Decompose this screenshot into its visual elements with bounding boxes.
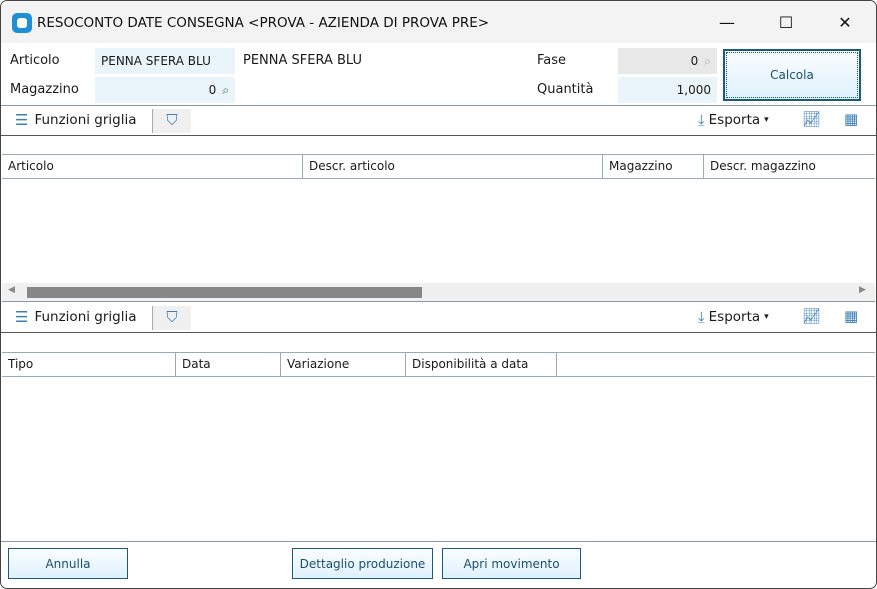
window: RESOCONTO DATE CONSEGNA <PROVA - AZIENDA… [0,0,877,589]
column-header[interactable]: Articolo [2,155,303,178]
fase-field: 0 ⌕ [618,48,717,74]
scrollbar-thumb[interactable] [27,287,422,298]
scroll-right-icon[interactable]: ▶ [859,285,866,295]
grid-functions-label: Funzioni griglia [34,309,137,325]
chevron-down-icon: ▾ [764,312,769,322]
grid-functions-label: Funzioni griglia [34,112,137,128]
divider [1,332,876,333]
horizontal-scrollbar[interactable]: ◀ ▶ [2,283,875,302]
filter-button[interactable]: ⛉ [152,109,191,133]
articolo-field[interactable]: PENNA SFERA BLU [95,48,235,74]
download-icon: ⤓ [698,111,705,129]
grid-layout-icon[interactable]: ▦ [844,110,858,128]
magazzino-value: 0 [208,83,217,97]
column-header[interactable]: Tipo [2,353,176,376]
divider [1,541,876,542]
annulla-button[interactable]: Annulla [8,548,128,579]
filter-icon: ⛉ [166,111,178,129]
app-icon [12,13,32,33]
divider [1,135,876,136]
chart-icon[interactable]: 📈︎ [802,110,821,128]
close-button[interactable]: ✕ [816,1,874,43]
minimize-button[interactable]: — [698,1,756,43]
apri-movimento-button[interactable]: Apri movimento [442,548,581,579]
articolo-description: PENNA SFERA BLU [243,53,363,68]
fase-value: 0 [690,54,699,68]
filter-icon: ⛉ [166,308,178,326]
column-header[interactable]: Descr. articolo [303,155,603,178]
column-header[interactable]: Descr. magazzino [704,155,875,178]
dettaglio-produzione-button[interactable]: Dettaglio produzione [292,548,433,579]
grid1-toolbar: ☰ Funzioni griglia ⛉ ⤓ Esporta ▾ 📈︎ ▦ [2,106,875,135]
export-button[interactable]: ⤓ Esporta ▾ [698,111,769,129]
maximize-button[interactable]: ☐ [757,1,815,43]
calcola-button[interactable]: Calcola [723,49,861,101]
magazzino-label: Magazzino [10,82,79,97]
search-icon[interactable]: ⌕ [222,83,229,98]
window-title: RESOCONTO DATE CONSEGNA <PROVA - AZIENDA… [37,15,490,31]
chevron-down-icon: ▾ [764,115,769,125]
grid2-header: Tipo Data Variazione Disponibilità a dat… [2,352,875,377]
articolo-label: Articolo [10,53,60,68]
export-button[interactable]: ⤓ Esporta ▾ [698,308,769,326]
search-icon: ⌕ [704,53,711,68]
fase-label: Fase [537,53,567,68]
grid-layout-icon[interactable]: ▦ [844,307,858,325]
chart-icon[interactable]: 📈︎ [802,307,821,325]
column-header[interactable]: Variazione [281,353,406,376]
list-icon: ☰ [15,308,29,326]
filter-button[interactable]: ⛉ [152,306,191,330]
download-icon: ⤓ [698,308,705,326]
grid-functions-button[interactable]: ☰ Funzioni griglia [15,308,137,326]
magazzino-field[interactable]: 0 ⌕ [95,77,235,103]
grid-functions-button[interactable]: ☰ Funzioni griglia [15,111,137,129]
grid1-header: Articolo Descr. articolo Magazzino Descr… [2,154,875,179]
column-header[interactable]: Magazzino [603,155,704,178]
quantita-label: Quantità [537,82,594,97]
column-header[interactable]: Disponibilità a data [406,353,557,376]
grid2-toolbar: ☰ Funzioni griglia ⛉ ⤓ Esporta ▾ 📈︎ ▦ [2,303,875,332]
export-label: Esporta [708,309,761,325]
title-bar: RESOCONTO DATE CONSEGNA <PROVA - AZIENDA… [1,1,876,43]
scroll-left-icon[interactable]: ◀ [8,285,15,295]
export-label: Esporta [708,112,761,128]
list-icon: ☰ [15,111,29,129]
column-header[interactable]: Data [176,353,281,376]
quantita-field[interactable]: 1,000 [618,77,717,103]
